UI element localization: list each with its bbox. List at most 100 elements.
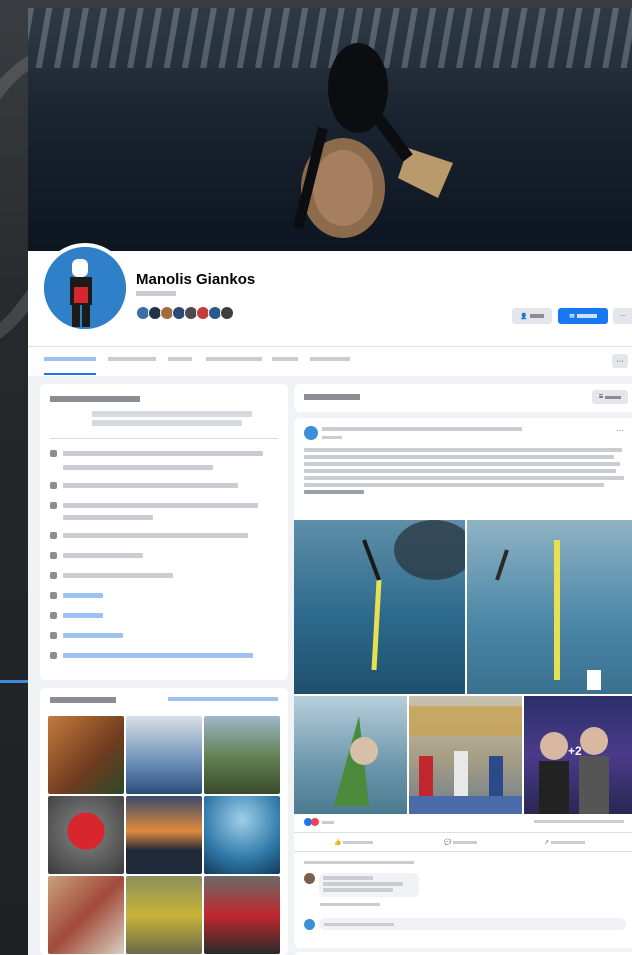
freediver-photo: [362, 520, 474, 671]
intro-row-lives-in: [50, 548, 278, 562]
thumbs-up-icon: 👍: [334, 840, 342, 846]
photo-thumbnail[interactable]: [126, 876, 202, 954]
message-button[interactable]: ✉: [558, 308, 608, 324]
friends-count: [136, 291, 176, 298]
briefcase-icon: [50, 449, 57, 457]
tab-posts[interactable]: [44, 357, 96, 363]
photo-thumbnail[interactable]: [48, 876, 124, 954]
posts-header: ☰: [294, 384, 632, 412]
share-button[interactable]: ↗: [544, 839, 585, 846]
tab-more[interactable]: [310, 357, 350, 363]
photo-thumbnail[interactable]: [204, 876, 280, 954]
commenter-avatar[interactable]: [304, 873, 315, 884]
comment-actions[interactable]: [320, 902, 380, 907]
profile-header: Manolis Giankos 👤 ✉ ···: [28, 243, 632, 346]
intro-divider: [50, 438, 278, 439]
instagram-icon: [50, 591, 57, 599]
love-reaction-icon: [311, 818, 319, 826]
comment-input[interactable]: [319, 918, 626, 930]
photo-thumbnail[interactable]: [204, 796, 280, 874]
post-photo[interactable]: [409, 696, 522, 814]
posts-title: [304, 393, 360, 402]
filter-icon: ☰: [598, 394, 604, 400]
comment-bubble: [319, 873, 419, 897]
intro-row-education-2: [50, 510, 278, 524]
friend-avatars[interactable]: [136, 306, 234, 322]
intro-row-link-3[interactable]: [50, 628, 278, 642]
post-text: [304, 448, 626, 497]
comment-button[interactable]: 💬: [444, 839, 478, 846]
freediver-rope-photo: [495, 540, 601, 690]
intro-row-website[interactable]: [50, 648, 278, 662]
person-icon: 👤: [520, 313, 528, 320]
post-byline[interactable]: [322, 427, 522, 433]
comments-filter[interactable]: [304, 860, 414, 866]
podium-photo: [409, 706, 522, 814]
post-timestamp[interactable]: [322, 435, 342, 441]
post-photo-more[interactable]: +2: [524, 696, 632, 814]
more-options-button[interactable]: ···: [613, 308, 632, 324]
intro-row-job: [50, 478, 278, 492]
graduation-cap-icon: [50, 531, 57, 539]
current-user-avatar: [304, 918, 315, 930]
profile-tabs: ···: [28, 346, 632, 376]
photo-thumbnail[interactable]: [204, 716, 280, 794]
globe-icon: [50, 651, 57, 659]
like-button[interactable]: 👍: [334, 839, 374, 846]
share-icon: ↗: [544, 840, 550, 846]
instagram-icon: [50, 611, 57, 619]
tab-friends[interactable]: [168, 357, 192, 363]
filters-button[interactable]: ☰: [592, 390, 628, 404]
intro-row-from: [50, 568, 278, 582]
briefcase-icon: [50, 481, 57, 489]
post-photo[interactable]: [294, 520, 474, 694]
home-icon: [50, 551, 57, 559]
intro-row-link-1[interactable]: [50, 588, 278, 602]
photo-thumbnail[interactable]: [126, 796, 202, 874]
photo-thumbnail[interactable]: [48, 796, 124, 874]
intro-title: [50, 394, 140, 404]
intro-card: [40, 384, 288, 680]
facebook-profile-page: Manolis Giankos 👤 ✉ ··· ··· ☰ ··· +2 👍 💬…: [28, 8, 632, 955]
photos-card: [40, 688, 288, 955]
extra-photos-badge: +2: [568, 744, 582, 758]
youtube-icon: [50, 631, 57, 639]
diver-surfacing-photo: [334, 716, 378, 806]
photo-thumbnail[interactable]: [126, 716, 202, 794]
comment-item: [304, 873, 419, 897]
post-media-grid: +2: [294, 520, 632, 814]
write-comment-row: [304, 916, 626, 932]
profile-avatar[interactable]: [40, 243, 130, 333]
post-card: ··· +2 👍 💬 ↗: [294, 418, 632, 948]
photo-grid: [48, 716, 280, 954]
tab-photos[interactable]: [206, 357, 262, 363]
tab-about[interactable]: [108, 357, 156, 363]
messenger-icon: ✉: [569, 313, 575, 320]
tabs-more-button[interactable]: ···: [612, 354, 628, 368]
intro-row-work: [50, 446, 278, 460]
post-options-button[interactable]: ···: [616, 426, 624, 435]
tab-videos[interactable]: [272, 357, 298, 363]
friends-button[interactable]: 👤: [512, 308, 552, 324]
avatar-image: [44, 247, 126, 329]
graduation-cap-icon: [50, 501, 57, 509]
friend-avatar[interactable]: [220, 306, 234, 320]
see-all-photos-link[interactable]: [168, 697, 278, 703]
reactions-summary[interactable]: [304, 818, 334, 826]
diver-with-fish-image: [293, 43, 453, 238]
post-photo[interactable]: [467, 520, 632, 694]
photos-title: [50, 696, 116, 705]
post-author-avatar[interactable]: [304, 426, 318, 440]
photo-thumbnail[interactable]: [48, 716, 124, 794]
active-tab-indicator: [44, 373, 96, 375]
intro-row-link-2[interactable]: [50, 608, 278, 622]
post-photo[interactable]: [294, 696, 407, 814]
intro-bio: [92, 411, 272, 429]
cover-photo[interactable]: [28, 8, 632, 251]
background-accent-line: [0, 680, 28, 683]
comments-shares-count[interactable]: [534, 819, 624, 825]
location-pin-icon: [50, 571, 57, 579]
profile-name: Manolis Giankos: [136, 271, 256, 288]
intro-row-work-2: [50, 460, 278, 474]
comment-icon: 💬: [444, 840, 452, 846]
